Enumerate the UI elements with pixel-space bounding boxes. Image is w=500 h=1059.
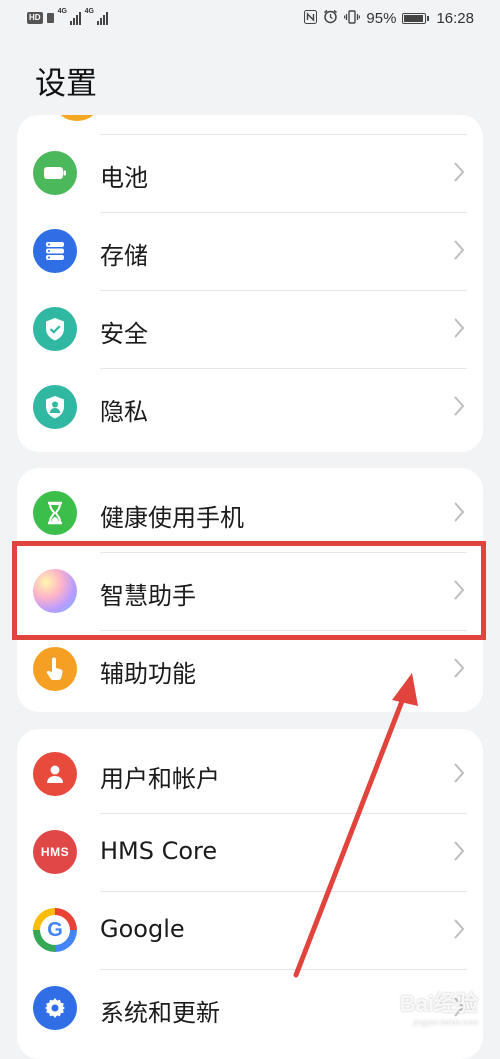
annotation-arrow bbox=[293, 673, 418, 978]
watermark: Bai经验 jingyan.baidu.com bbox=[399, 991, 478, 1027]
